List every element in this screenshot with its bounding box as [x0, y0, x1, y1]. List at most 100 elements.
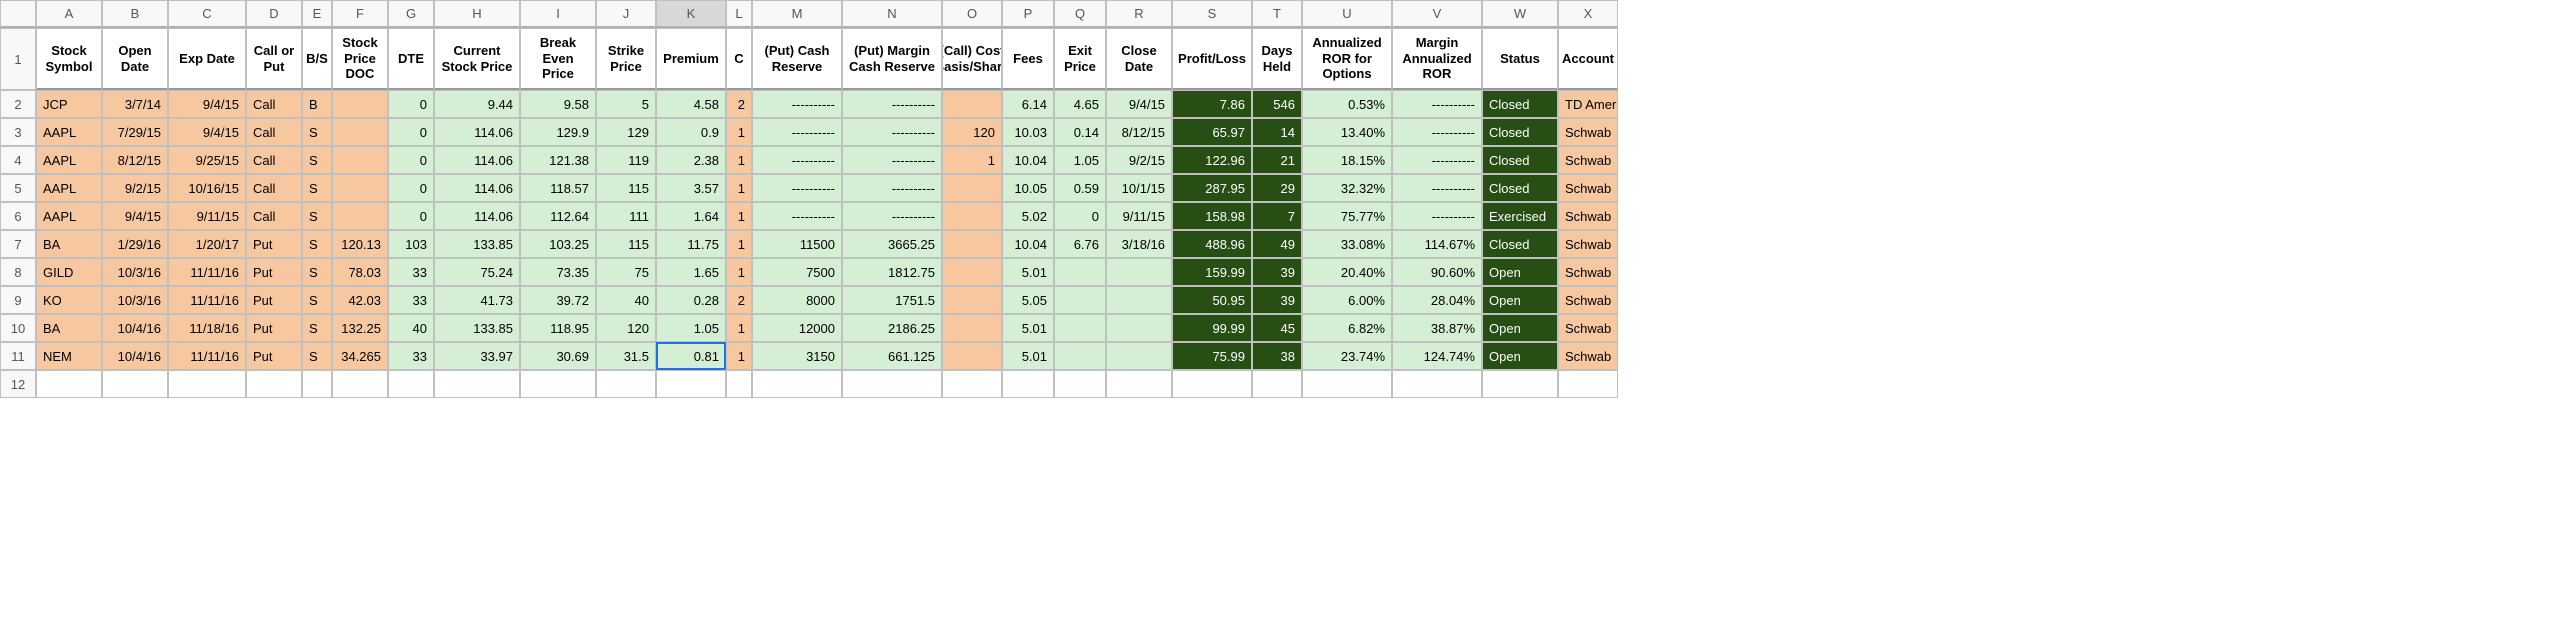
empty-cell-r12-c5[interactable]	[332, 370, 388, 398]
data-cell-r11-c11[interactable]: 1	[726, 342, 752, 370]
data-cell-r3-c21[interactable]: ----------	[1392, 118, 1482, 146]
data-cell-r6-c5[interactable]	[332, 202, 388, 230]
column-header-K[interactable]: K	[656, 0, 726, 28]
data-cell-r2-c22[interactable]: Closed	[1482, 90, 1558, 118]
data-cell-r7-c16[interactable]: 6.76	[1054, 230, 1106, 258]
column-header-W[interactable]: W	[1482, 0, 1558, 28]
data-cell-r10-c2[interactable]: 11/18/16	[168, 314, 246, 342]
data-cell-r10-c20[interactable]: 6.82%	[1302, 314, 1392, 342]
data-cell-r8-c17[interactable]	[1106, 258, 1172, 286]
header-cell-18[interactable]: Profit/Loss	[1172, 28, 1252, 90]
column-header-E[interactable]: E	[302, 0, 332, 28]
data-cell-r3-c19[interactable]: 14	[1252, 118, 1302, 146]
data-cell-r5-c12[interactable]: ----------	[752, 174, 842, 202]
data-cell-r3-c4[interactable]: S	[302, 118, 332, 146]
data-cell-r11-c13[interactable]: 661.125	[842, 342, 942, 370]
data-cell-r4-c20[interactable]: 18.15%	[1302, 146, 1392, 174]
data-cell-r6-c19[interactable]: 7	[1252, 202, 1302, 230]
column-header-O[interactable]: O	[942, 0, 1002, 28]
empty-cell-r12-c3[interactable]	[246, 370, 302, 398]
data-cell-r7-c17[interactable]: 3/18/16	[1106, 230, 1172, 258]
data-cell-r3-c0[interactable]: AAPL	[36, 118, 102, 146]
data-cell-r2-c17[interactable]: 9/4/15	[1106, 90, 1172, 118]
data-cell-r5-c6[interactable]: 0	[388, 174, 434, 202]
data-cell-r7-c13[interactable]: 3665.25	[842, 230, 942, 258]
header-cell-4[interactable]: B/S	[302, 28, 332, 90]
data-cell-r6-c16[interactable]: 0	[1054, 202, 1106, 230]
data-cell-r8-c4[interactable]: S	[302, 258, 332, 286]
data-cell-r5-c1[interactable]: 9/2/15	[102, 174, 168, 202]
empty-cell-r12-c2[interactable]	[168, 370, 246, 398]
data-cell-r5-c16[interactable]: 0.59	[1054, 174, 1106, 202]
data-cell-r6-c8[interactable]: 112.64	[520, 202, 596, 230]
data-cell-r6-c3[interactable]: Call	[246, 202, 302, 230]
header-cell-6[interactable]: DTE	[388, 28, 434, 90]
data-cell-r9-c13[interactable]: 1751.5	[842, 286, 942, 314]
header-cell-3[interactable]: Call or Put	[246, 28, 302, 90]
empty-cell-r12-c11[interactable]	[726, 370, 752, 398]
empty-cell-r12-c15[interactable]	[1002, 370, 1054, 398]
empty-cell-r12-c18[interactable]	[1172, 370, 1252, 398]
data-cell-r6-c4[interactable]: S	[302, 202, 332, 230]
data-cell-r5-c10[interactable]: 3.57	[656, 174, 726, 202]
data-cell-r5-c2[interactable]: 10/16/15	[168, 174, 246, 202]
column-header-X[interactable]: X	[1558, 0, 1618, 28]
data-cell-r4-c6[interactable]: 0	[388, 146, 434, 174]
data-cell-r10-c6[interactable]: 40	[388, 314, 434, 342]
data-cell-r11-c2[interactable]: 11/11/16	[168, 342, 246, 370]
data-cell-r11-c18[interactable]: 75.99	[1172, 342, 1252, 370]
data-cell-r8-c15[interactable]: 5.01	[1002, 258, 1054, 286]
data-cell-r10-c19[interactable]: 45	[1252, 314, 1302, 342]
data-cell-r9-c2[interactable]: 11/11/16	[168, 286, 246, 314]
data-cell-r9-c4[interactable]: S	[302, 286, 332, 314]
data-cell-r5-c4[interactable]: S	[302, 174, 332, 202]
data-cell-r8-c22[interactable]: Open	[1482, 258, 1558, 286]
data-cell-r2-c1[interactable]: 3/7/14	[102, 90, 168, 118]
data-cell-r4-c1[interactable]: 8/12/15	[102, 146, 168, 174]
data-cell-r10-c18[interactable]: 99.99	[1172, 314, 1252, 342]
data-cell-r10-c1[interactable]: 10/4/16	[102, 314, 168, 342]
data-cell-r7-c14[interactable]	[942, 230, 1002, 258]
column-header-M[interactable]: M	[752, 0, 842, 28]
empty-cell-r12-c0[interactable]	[36, 370, 102, 398]
data-cell-r3-c11[interactable]: 1	[726, 118, 752, 146]
data-cell-r10-c10[interactable]: 1.05	[656, 314, 726, 342]
data-cell-r6-c23[interactable]: Schwab	[1558, 202, 1618, 230]
empty-cell-r12-c13[interactable]	[842, 370, 942, 398]
data-cell-r8-c6[interactable]: 33	[388, 258, 434, 286]
data-cell-r8-c11[interactable]: 1	[726, 258, 752, 286]
data-cell-r10-c8[interactable]: 118.95	[520, 314, 596, 342]
data-cell-r6-c15[interactable]: 5.02	[1002, 202, 1054, 230]
data-cell-r8-c23[interactable]: Schwab	[1558, 258, 1618, 286]
data-cell-r6-c13[interactable]: ----------	[842, 202, 942, 230]
data-cell-r5-c11[interactable]: 1	[726, 174, 752, 202]
column-header-N[interactable]: N	[842, 0, 942, 28]
data-cell-r10-c13[interactable]: 2186.25	[842, 314, 942, 342]
data-cell-r10-c11[interactable]: 1	[726, 314, 752, 342]
empty-cell-r12-c20[interactable]	[1302, 370, 1392, 398]
data-cell-r7-c9[interactable]: 115	[596, 230, 656, 258]
data-cell-r2-c11[interactable]: 2	[726, 90, 752, 118]
data-cell-r3-c7[interactable]: 114.06	[434, 118, 520, 146]
row-header-1[interactable]: 1	[0, 28, 36, 90]
data-cell-r2-c10[interactable]: 4.58	[656, 90, 726, 118]
data-cell-r5-c15[interactable]: 10.05	[1002, 174, 1054, 202]
column-header-S[interactable]: S	[1172, 0, 1252, 28]
data-cell-r2-c19[interactable]: 546	[1252, 90, 1302, 118]
row-header-9[interactable]: 9	[0, 286, 36, 314]
column-header-J[interactable]: J	[596, 0, 656, 28]
data-cell-r11-c3[interactable]: Put	[246, 342, 302, 370]
data-cell-r8-c13[interactable]: 1812.75	[842, 258, 942, 286]
data-cell-r5-c23[interactable]: Schwab	[1558, 174, 1618, 202]
column-header-H[interactable]: H	[434, 0, 520, 28]
data-cell-r9-c22[interactable]: Open	[1482, 286, 1558, 314]
data-cell-r9-c0[interactable]: KO	[36, 286, 102, 314]
data-cell-r3-c5[interactable]	[332, 118, 388, 146]
data-cell-r8-c21[interactable]: 90.60%	[1392, 258, 1482, 286]
data-cell-r9-c19[interactable]: 39	[1252, 286, 1302, 314]
data-cell-r7-c22[interactable]: Closed	[1482, 230, 1558, 258]
data-cell-r8-c20[interactable]: 20.40%	[1302, 258, 1392, 286]
data-cell-r3-c3[interactable]: Call	[246, 118, 302, 146]
data-cell-r2-c15[interactable]: 6.14	[1002, 90, 1054, 118]
data-cell-r9-c21[interactable]: 28.04%	[1392, 286, 1482, 314]
